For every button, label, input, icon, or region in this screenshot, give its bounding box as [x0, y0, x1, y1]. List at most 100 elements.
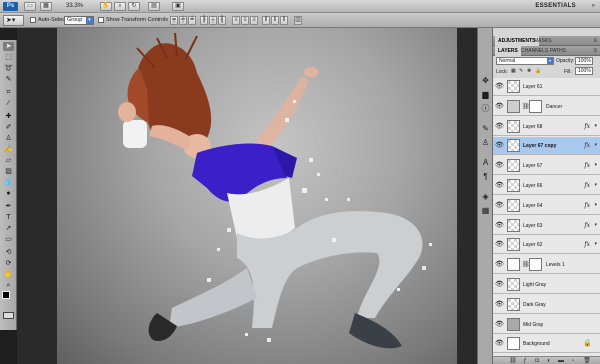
info-icon[interactable]: ⓘ — [480, 104, 491, 114]
layer-thumbnail[interactable] — [507, 218, 520, 232]
clone-stamp-tool-icon[interactable]: ♙ — [3, 134, 14, 143]
blur-tool-icon[interactable]: 💧 — [3, 178, 14, 187]
layer-thumbnail[interactable] — [507, 278, 520, 291]
layer-name[interactable]: Layer 67 — [523, 163, 542, 169]
layer-thumbnail[interactable] — [507, 198, 520, 212]
layer-effects-icon[interactable]: fx — [584, 202, 590, 209]
layer-effects-icon[interactable]: fx — [584, 222, 590, 229]
auto-select-checkbox[interactable] — [30, 17, 36, 23]
type-tool-icon[interactable]: T — [3, 213, 14, 222]
align-bottom-icon[interactable]: ┷ — [188, 16, 196, 25]
align-top-icon[interactable]: ┯ — [170, 16, 178, 25]
history-brush-tool-icon[interactable]: ✍ — [3, 145, 14, 154]
layer-thumbnail[interactable] — [507, 238, 520, 252]
visibility-eye-icon[interactable]: 👁 — [495, 182, 504, 190]
tab-masks[interactable]: MASKS — [531, 36, 555, 46]
layer-thumbnail[interactable] — [507, 317, 520, 331]
layer-thumbnail[interactable] — [507, 258, 520, 272]
layer-row[interactable]: 👁 Layer 64 fx ▾ — [493, 196, 600, 215]
brushes-icon[interactable]: ✎ — [480, 124, 491, 134]
workspace-switcher[interactable]: ESSENTIALS — [535, 3, 576, 9]
fill-field[interactable]: 100% — [575, 67, 593, 75]
canvas[interactable] — [57, 28, 457, 364]
paragraph-icon[interactable]: ¶ — [480, 172, 491, 182]
layer-name[interactable]: Mid Gray — [523, 322, 543, 328]
new-group-icon[interactable]: ▬ — [557, 357, 565, 364]
visibility-eye-icon[interactable]: 👁 — [495, 301, 504, 309]
zoom-icon[interactable]: ⌕ — [114, 2, 126, 11]
layer-row[interactable]: 👁 Layer 67 copy fx ▾ — [493, 137, 600, 156]
visibility-eye-icon[interactable]: 👁 — [495, 281, 504, 289]
histogram-icon[interactable]: ▆ — [480, 90, 491, 100]
layer-effects-icon[interactable]: fx — [584, 162, 590, 169]
visibility-eye-icon[interactable]: 👁 — [495, 340, 504, 348]
layer-row[interactable]: 👁 ⛓ Levels 1 — [493, 256, 600, 275]
align-hcenter-icon[interactable]: ┼ — [209, 16, 217, 25]
launch-bridge-icon[interactable]: ▭ — [24, 2, 36, 11]
navigator-icon[interactable]: ✥ — [480, 76, 491, 86]
blend-mode-dropdown[interactable]: Normal ▾ — [496, 57, 554, 65]
panel-menu-icon[interactable]: ≡ — [593, 36, 597, 46]
layer-name[interactable]: Dancer — [546, 104, 562, 110]
gradient-tool-icon[interactable]: ▨ — [3, 167, 14, 176]
screen-mode-icon[interactable]: ▣ — [172, 2, 184, 11]
layer-row[interactable]: 👁 Layer 66 fx ▾ — [493, 177, 600, 195]
layer-thumbnail[interactable] — [507, 99, 520, 113]
layer-thumbnail[interactable] — [507, 80, 520, 93]
visibility-eye-icon[interactable]: 👁 — [495, 222, 504, 230]
visibility-eye-icon[interactable]: 👁 — [495, 162, 504, 170]
distribute-right-icon[interactable]: ⦀ — [280, 16, 288, 25]
styles-icon[interactable]: ◈ — [480, 192, 491, 202]
lock-transparent-icon[interactable]: ▦ — [511, 68, 516, 74]
visibility-eye-icon[interactable]: 👁 — [495, 241, 504, 249]
zoom-level[interactable]: 33.3% — [66, 3, 83, 9]
layer-row[interactable]: 👁 Layer 68 fx ▾ — [493, 117, 600, 136]
layer-effects-icon[interactable]: fx — [584, 123, 590, 130]
layer-row[interactable]: 👁 Background 🔒 — [493, 335, 600, 354]
character-icon[interactable]: A — [480, 158, 491, 168]
eraser-tool-icon[interactable]: ▱ — [3, 156, 14, 165]
effects-expand-icon[interactable]: ▾ — [594, 142, 597, 148]
pen-tool-icon[interactable]: ✒ — [3, 202, 14, 211]
effects-expand-icon[interactable]: ▾ — [594, 202, 597, 208]
align-right-icon[interactable]: ┨ — [218, 16, 226, 25]
add-style-icon[interactable]: ƒ — [521, 357, 529, 364]
layer-mask-thumbnail[interactable] — [529, 258, 542, 272]
layer-row[interactable]: 👁 Layer 61 — [493, 78, 600, 96]
distribute-top-icon[interactable]: ≡ — [232, 16, 240, 25]
new-layer-icon[interactable]: ▫ — [569, 357, 577, 364]
align-vcenter-icon[interactable]: ╪ — [179, 16, 187, 25]
layer-row[interactable]: 👁 Layer 63 fx ▾ — [493, 216, 600, 235]
zoom-tool-icon[interactable]: ⌕ — [3, 281, 14, 290]
view-extras-icon[interactable]: ▦ — [40, 2, 52, 11]
effects-expand-icon[interactable]: ▾ — [594, 123, 597, 129]
marquee-tool-icon[interactable]: ⬚ — [3, 53, 14, 62]
layer-row[interactable]: 👁 Layer 62 fx ▾ — [493, 236, 600, 255]
arrange-documents-icon[interactable]: ▤ — [148, 2, 160, 11]
3d-orbit-tool-icon[interactable]: ⟳ — [3, 259, 14, 268]
hand-icon[interactable]: ✋ — [100, 2, 112, 11]
distribute-vcenter-icon[interactable]: ≡ — [241, 16, 249, 25]
quick-mask-icon[interactable] — [3, 312, 14, 319]
layer-name[interactable]: Background — [523, 341, 550, 347]
move-tool-icon[interactable]: ➤ — [3, 42, 14, 51]
brush-tool-icon[interactable]: ✐ — [3, 123, 14, 132]
effects-expand-icon[interactable]: ▾ — [594, 182, 597, 188]
show-transform-checkbox[interactable] — [98, 17, 104, 23]
layer-effects-icon[interactable]: fx — [584, 182, 590, 189]
visibility-eye-icon[interactable]: 👁 — [495, 202, 504, 210]
visibility-eye-icon[interactable]: 👁 — [495, 123, 504, 131]
layer-thumbnail[interactable] — [507, 159, 520, 173]
layer-name[interactable]: Light Gray — [523, 282, 546, 288]
align-left-icon[interactable]: ┠ — [200, 16, 208, 25]
tab-paths[interactable]: PATHS — [547, 46, 569, 56]
layer-name[interactable]: Layer 66 — [523, 183, 542, 189]
distribute-hcenter-icon[interactable]: ⦀ — [271, 16, 279, 25]
visibility-eye-icon[interactable]: 👁 — [495, 103, 504, 111]
layer-name[interactable]: Layer 68 — [523, 124, 542, 130]
eyedropper-tool-icon[interactable]: ⁄ — [3, 99, 14, 108]
auto-align-icon[interactable]: ▥ — [294, 16, 302, 25]
layer-name[interactable]: Layer 67 copy — [523, 143, 556, 149]
distribute-bottom-icon[interactable]: ≡ — [250, 16, 258, 25]
layer-row[interactable]: 👁 ⛓ Dancer — [493, 97, 600, 116]
